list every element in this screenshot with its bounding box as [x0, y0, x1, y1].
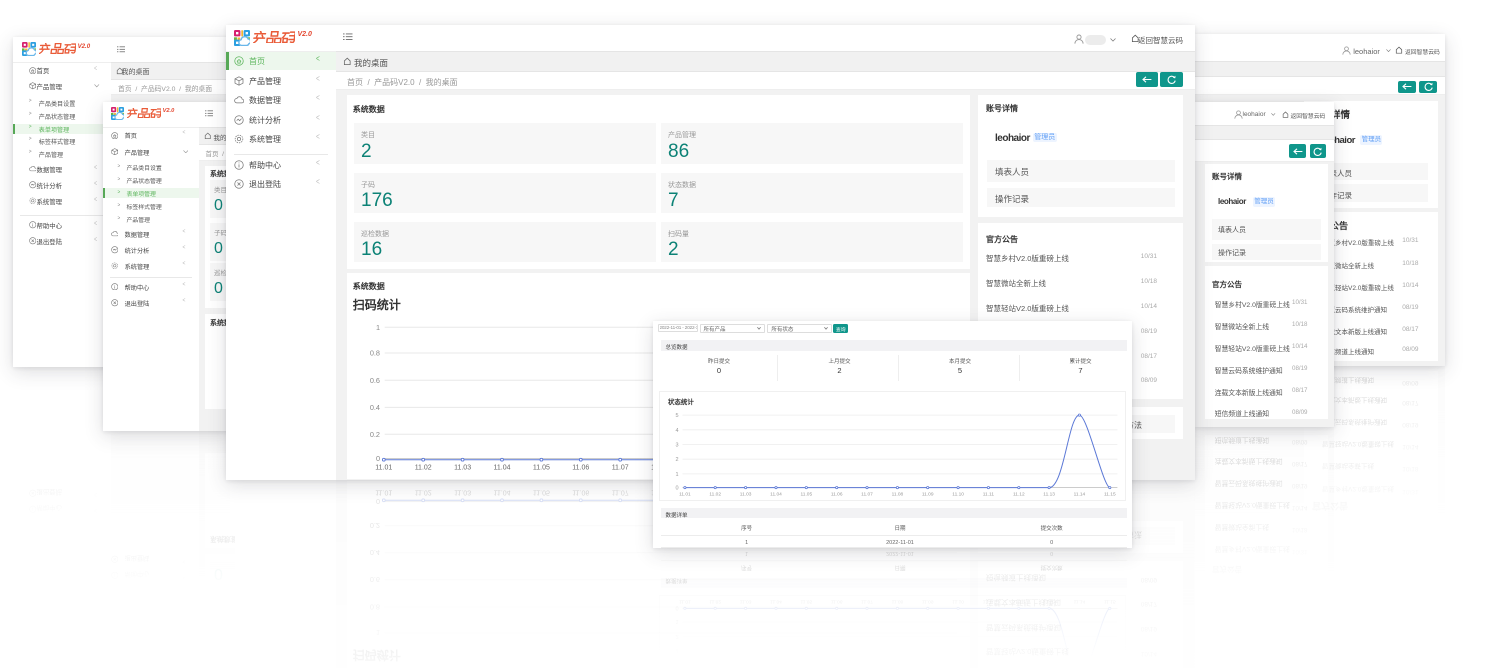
svg-text:11.11: 11.11: [983, 491, 995, 497]
svg-text:11.01: 11.01: [375, 464, 392, 471]
svg-text:11.09: 11.09: [922, 491, 934, 497]
svg-text:11.08: 11.08: [892, 491, 904, 497]
svg-text:11.07: 11.07: [861, 491, 873, 497]
svg-text:11.02: 11.02: [415, 464, 432, 471]
svg-text:3: 3: [676, 442, 679, 448]
svg-text:11.05: 11.05: [801, 491, 813, 497]
svg-text:5: 5: [676, 413, 679, 419]
svg-text:1: 1: [676, 472, 679, 478]
svg-text:11.07: 11.07: [612, 464, 629, 471]
svg-text:11.10: 11.10: [952, 491, 964, 497]
svg-text:11.12: 11.12: [1013, 491, 1025, 497]
svg-text:11.06: 11.06: [831, 491, 843, 497]
svg-text:0: 0: [676, 485, 679, 491]
svg-text:0.4: 0.4: [370, 403, 380, 412]
svg-text:2: 2: [676, 457, 679, 463]
svg-text:11.01: 11.01: [679, 491, 691, 497]
svg-text:1: 1: [376, 323, 380, 332]
svg-text:0: 0: [376, 454, 380, 463]
svg-text:11.04: 11.04: [770, 491, 782, 497]
svg-text:0.2: 0.2: [370, 430, 380, 439]
svg-text:11.03: 11.03: [740, 491, 752, 497]
svg-text:11.05: 11.05: [533, 464, 550, 471]
svg-text:11.15: 11.15: [1104, 491, 1116, 497]
svg-text:11.13: 11.13: [1043, 491, 1055, 497]
svg-text:4: 4: [676, 428, 679, 434]
svg-text:11.14: 11.14: [1074, 491, 1086, 497]
svg-text:11.02: 11.02: [709, 491, 721, 497]
svg-text:11.04: 11.04: [494, 464, 511, 471]
svg-text:11.06: 11.06: [572, 464, 589, 471]
svg-text:11.03: 11.03: [454, 464, 471, 471]
svg-text:0.6: 0.6: [370, 376, 380, 385]
svg-text:0.8: 0.8: [370, 348, 380, 357]
